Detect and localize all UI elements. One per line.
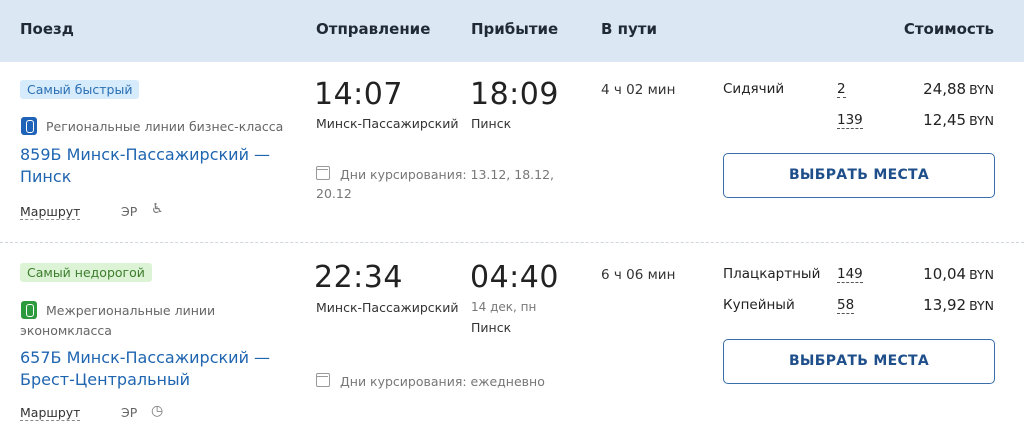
arrival-station: Пинск [471, 320, 512, 335]
travel-duration: 4 ч 02 мин [601, 82, 676, 98]
seat-price: 12,45 BYN [923, 111, 994, 129]
train-row: Самый быстрый Региональные линии бизнес-… [0, 62, 1024, 242]
carrier-name-line2: экономкласса [20, 323, 112, 338]
route-link[interactable]: Маршрут [20, 204, 81, 220]
seat-type: Купейный [723, 297, 795, 313]
header-train: Поезд [20, 20, 74, 38]
seat-type: Сидячий [723, 81, 785, 97]
wheelchair-icon: ♿ [151, 201, 164, 217]
train-type: ЭР [121, 405, 138, 420]
train-link-line2[interactable]: Брест-Центральный [20, 369, 190, 391]
header-travel-time: В пути [601, 20, 658, 38]
header-arrival: Прибытие [471, 20, 559, 38]
arrival-station: Пинск [471, 116, 512, 131]
calendar-icon [316, 166, 330, 180]
train-type: ЭР [121, 204, 138, 219]
select-seats-button[interactable]: ВЫБРАТЬ МЕСТА [723, 153, 995, 198]
table-header: Поезд Отправление Прибытие В пути Стоимо… [0, 0, 1024, 62]
travel-duration: 6 ч 06 мин [601, 267, 676, 283]
fastest-badge: Самый быстрый [20, 80, 140, 99]
departure-time: 22:34 [314, 260, 403, 295]
train-row: Самый недорогой Межрегиональные линии эк… [0, 242, 1024, 446]
calendar-icon [316, 373, 330, 387]
running-days: Дни курсирования: ежедневно [340, 374, 545, 389]
seat-price: 24,88 BYN [923, 80, 994, 98]
seat-price: 10,04 BYN [923, 265, 994, 283]
train-link-line2[interactable]: Пинск [20, 166, 71, 188]
cheapest-badge: Самый недорогой [20, 263, 152, 282]
train-link[interactable]: 859Б Минск-Пассажирский — [20, 144, 270, 166]
seat-count[interactable]: 139 [837, 112, 863, 129]
departure-station: Минск-Пассажирский [316, 300, 459, 315]
select-seats-button[interactable]: ВЫБРАТЬ МЕСТА [723, 339, 995, 384]
seat-count[interactable]: 149 [837, 266, 863, 283]
clock-icon: ◷ [151, 403, 164, 419]
running-days: Дни курсирования: 13.12, 18.12, [340, 167, 555, 182]
seat-count[interactable]: 2 [837, 81, 846, 98]
train-link[interactable]: 657Б Минск-Пассажирский — [20, 347, 270, 369]
seat-type: Плацкартный [723, 266, 821, 282]
header-departure: Отправление [316, 20, 431, 38]
arrival-time: 04:40 [470, 260, 559, 295]
header-price: Стоимость [903, 20, 994, 38]
arrival-time: 18:09 [470, 77, 559, 112]
departure-time: 14:07 [314, 77, 403, 112]
arrival-date: 14 дек, пн [471, 300, 537, 314]
running-days-line2: 20.12 [316, 186, 352, 201]
seat-count[interactable]: 58 [837, 297, 855, 314]
carrier-logo-icon [21, 301, 37, 319]
carrier-logo-icon [21, 117, 37, 135]
route-link[interactable]: Маршрут [20, 405, 81, 421]
seat-price: 13,92 BYN [923, 296, 994, 314]
carrier-name: Межрегиональные линии [46, 303, 216, 318]
departure-station: Минск-Пассажирский [316, 116, 459, 131]
carrier-name: Региональные линии бизнес-класса [46, 119, 284, 134]
